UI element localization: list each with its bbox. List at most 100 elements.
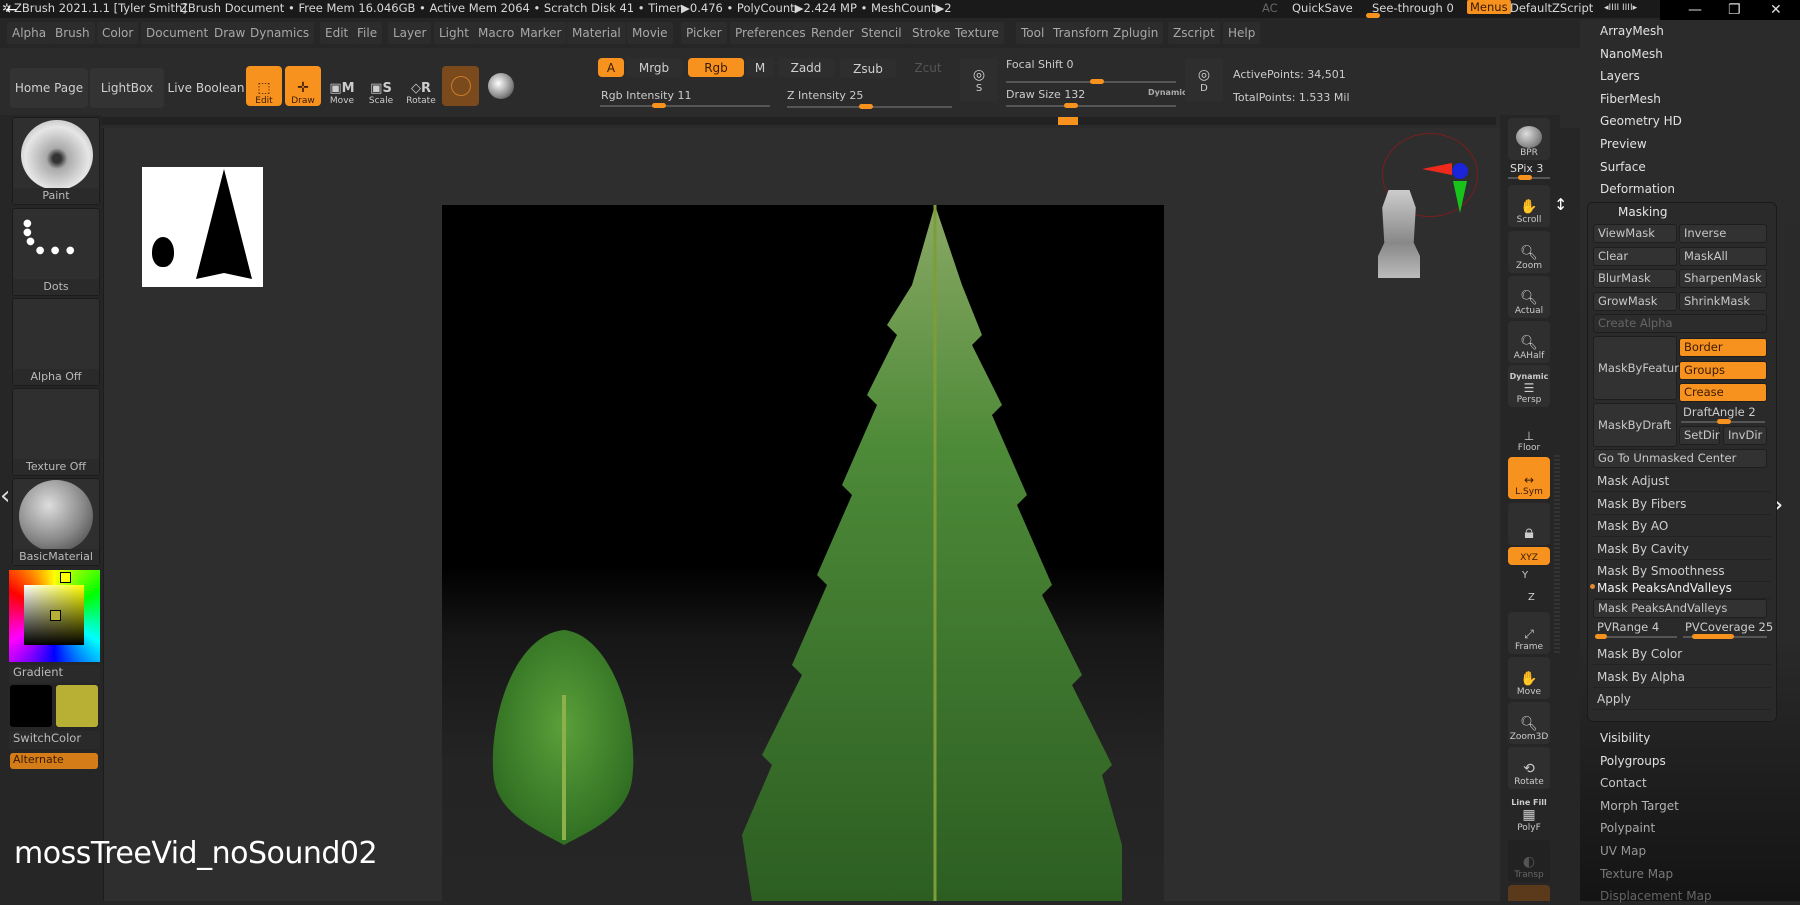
menu-render[interactable]: Render xyxy=(806,22,859,44)
menu-dynamics[interactable]: Dynamics xyxy=(245,22,315,44)
menu-help[interactable]: Help xyxy=(1223,22,1261,44)
back-arrow-icon[interactable]: ← xyxy=(6,2,18,18)
rgb-intensity-track[interactable] xyxy=(600,103,770,108)
subpalette-mask-by-cavity[interactable]: Mask By Cavity xyxy=(1593,538,1771,560)
material-preview-button[interactable] xyxy=(442,66,479,106)
shelf-scrollbar[interactable] xyxy=(96,117,1496,125)
z-intensity-track[interactable] xyxy=(787,104,952,109)
sphere-brush-button[interactable] xyxy=(482,66,519,106)
mrgb-toggle[interactable]: Mrgb xyxy=(626,58,682,77)
pv-range-knob[interactable] xyxy=(1595,634,1607,639)
tray-item-texture-map[interactable]: Texture Map xyxy=(1600,867,1673,881)
switch-color-button[interactable]: SwitchColor xyxy=(9,731,100,749)
alternate-toggle[interactable]: Alternate xyxy=(10,753,98,769)
menu-picker[interactable]: Picker xyxy=(681,22,727,44)
menu-movie[interactable]: Movie xyxy=(627,22,673,44)
menu-brush[interactable]: Brush xyxy=(50,22,95,44)
zadd-toggle[interactable]: Zadd xyxy=(778,58,834,77)
subpalette-mask-adjust[interactable]: Mask Adjust xyxy=(1593,470,1771,492)
mask-button-viewmask[interactable]: ViewMask xyxy=(1593,224,1677,243)
feature-toggle-crease[interactable]: Crease xyxy=(1679,383,1767,403)
floor-button[interactable]: ⊥ Floor xyxy=(1508,413,1550,455)
tray-item-morph-target[interactable]: Morph Target xyxy=(1600,799,1679,813)
tray-item-polypaint[interactable]: Polypaint xyxy=(1600,821,1655,835)
live-boolean-button[interactable]: Live Boolean xyxy=(167,68,245,108)
menu-stencil[interactable]: Stencil xyxy=(856,22,907,44)
material-selector[interactable]: BasicMaterial xyxy=(12,478,100,566)
menu-color[interactable]: Color xyxy=(97,22,139,44)
persp-button[interactable]: Dynamic ☰ Persp xyxy=(1508,365,1550,407)
pv-range-track[interactable] xyxy=(1595,634,1677,639)
a-toggle[interactable]: A xyxy=(598,58,624,77)
tray-item-surface[interactable]: Surface xyxy=(1600,160,1646,174)
dynamic-toggle[interactable]: Dynamic xyxy=(1148,88,1187,97)
focal-shift-knob[interactable] xyxy=(1090,79,1104,84)
zscript-name[interactable]: DefaultZScript xyxy=(1510,1,1593,15)
tray-item-polygroups[interactable]: Polygroups xyxy=(1600,754,1666,768)
tray-item-deformation[interactable]: Deformation xyxy=(1600,182,1675,196)
spix-slider[interactable]: SPix 3 xyxy=(1510,162,1543,175)
mask-button-blurmask[interactable]: BlurMask xyxy=(1593,269,1677,289)
z-intensity-slider[interactable]: Z Intensity 25 xyxy=(787,89,863,102)
go-to-unmasked-center-button[interactable]: Go To Unmasked Center xyxy=(1593,449,1767,468)
draw-size-slider[interactable]: Draw Size 132 xyxy=(1006,88,1085,101)
tray-item-arraymesh[interactable]: ArrayMesh xyxy=(1600,24,1664,38)
lazy-mouse-s-button[interactable]: ◎ S xyxy=(960,58,998,102)
quicksave-button[interactable]: QuickSave xyxy=(1292,1,1353,15)
mask-button-sharpenmask[interactable]: SharpenMask xyxy=(1679,269,1767,289)
rotate-button[interactable]: ◇R Rotate xyxy=(402,66,440,106)
main-color-swatch[interactable] xyxy=(56,685,98,727)
left-collapse-arrow-icon[interactable]: ‹ xyxy=(0,481,12,551)
feature-toggle-border[interactable]: Border xyxy=(1679,338,1767,357)
move-button[interactable]: ▣M Move xyxy=(324,66,360,106)
move3d-button[interactable]: ✋ Move xyxy=(1508,657,1550,699)
tray-item-fibermesh[interactable]: FiberMesh xyxy=(1600,92,1661,106)
mask-button-shrinkmask[interactable]: ShrinkMask xyxy=(1679,291,1767,311)
menu-file[interactable]: File xyxy=(352,22,383,44)
mask-button-inverse[interactable]: Inverse xyxy=(1679,224,1767,243)
scroll-button[interactable]: ✋ Scroll xyxy=(1508,185,1550,227)
actual-button[interactable]: 🔍︎ Actual xyxy=(1508,276,1550,318)
solo-button[interactable] xyxy=(1508,885,1550,901)
draw-button[interactable]: ✛ Draw xyxy=(285,66,321,106)
z-intensity-knob[interactable] xyxy=(859,104,873,109)
menu-zplugin[interactable]: Zplugin xyxy=(1108,22,1164,44)
mask-by-draft-button[interactable]: MaskByDraft xyxy=(1593,403,1677,447)
tray-item-visibility[interactable]: Visibility xyxy=(1600,731,1650,745)
minimize-icon[interactable]: — xyxy=(1688,2,1702,18)
resize-arrow-icon[interactable]: ↕ xyxy=(1554,195,1567,214)
mask-button-clear[interactable]: Clear xyxy=(1593,246,1677,266)
menu-light[interactable]: Light xyxy=(434,22,474,44)
pv-coverage-track[interactable] xyxy=(1683,634,1767,639)
tray-item-displacement-map[interactable]: Displacement Map xyxy=(1600,889,1712,903)
zoom-button[interactable]: 🔍︎ Zoom xyxy=(1508,231,1550,273)
draft-angle-track[interactable] xyxy=(1681,419,1765,424)
stroke-selector[interactable]: ● ● ● ● ● ● Dots xyxy=(12,208,100,296)
menu-zscript[interactable]: Zscript xyxy=(1168,22,1220,44)
pv-coverage-knob[interactable] xyxy=(1692,634,1734,639)
inv-dir-button[interactable]: InvDir xyxy=(1723,426,1767,445)
shelf-scroll-thumb[interactable] xyxy=(1058,117,1078,125)
mask-button-growmask[interactable]: GrowMask xyxy=(1593,291,1677,311)
frame-button[interactable]: ⤢ Frame xyxy=(1508,612,1550,654)
menu-texture[interactable]: Texture xyxy=(950,22,1004,44)
lsym-button[interactable]: ↔ L.Sym xyxy=(1508,457,1550,499)
mask-peaks-and-valleys-button[interactable]: Mask PeaksAndValleys xyxy=(1593,599,1767,618)
menu-material[interactable]: Material xyxy=(567,22,626,44)
rgb-intensity-knob[interactable] xyxy=(652,103,666,108)
feature-toggle-groups[interactable]: Groups xyxy=(1679,360,1767,380)
zsub-toggle[interactable]: Zsub xyxy=(840,59,896,78)
menu-document[interactable]: Document xyxy=(141,22,214,44)
color-marker[interactable] xyxy=(50,610,61,621)
rotate3d-button[interactable]: ⟲ Rotate xyxy=(1508,747,1550,789)
spix-knob[interactable] xyxy=(1518,175,1532,180)
gradient-toggle[interactable]: Gradient xyxy=(9,665,100,683)
restore-icon[interactable]: ❐ xyxy=(1728,2,1741,18)
local-camera-button[interactable]: 🔒︎ xyxy=(1508,503,1550,545)
menu-stroke[interactable]: Stroke xyxy=(907,22,956,44)
subpalette-mask-by-fibers[interactable]: Mask By Fibers xyxy=(1593,493,1771,515)
tray-item-geometry-hd[interactable]: Geometry HD xyxy=(1600,114,1682,128)
set-dir-button[interactable]: SetDir xyxy=(1679,426,1720,445)
menu-layer[interactable]: Layer xyxy=(388,22,432,44)
rgb-intensity-slider[interactable]: Rgb Intensity 11 xyxy=(601,89,691,102)
